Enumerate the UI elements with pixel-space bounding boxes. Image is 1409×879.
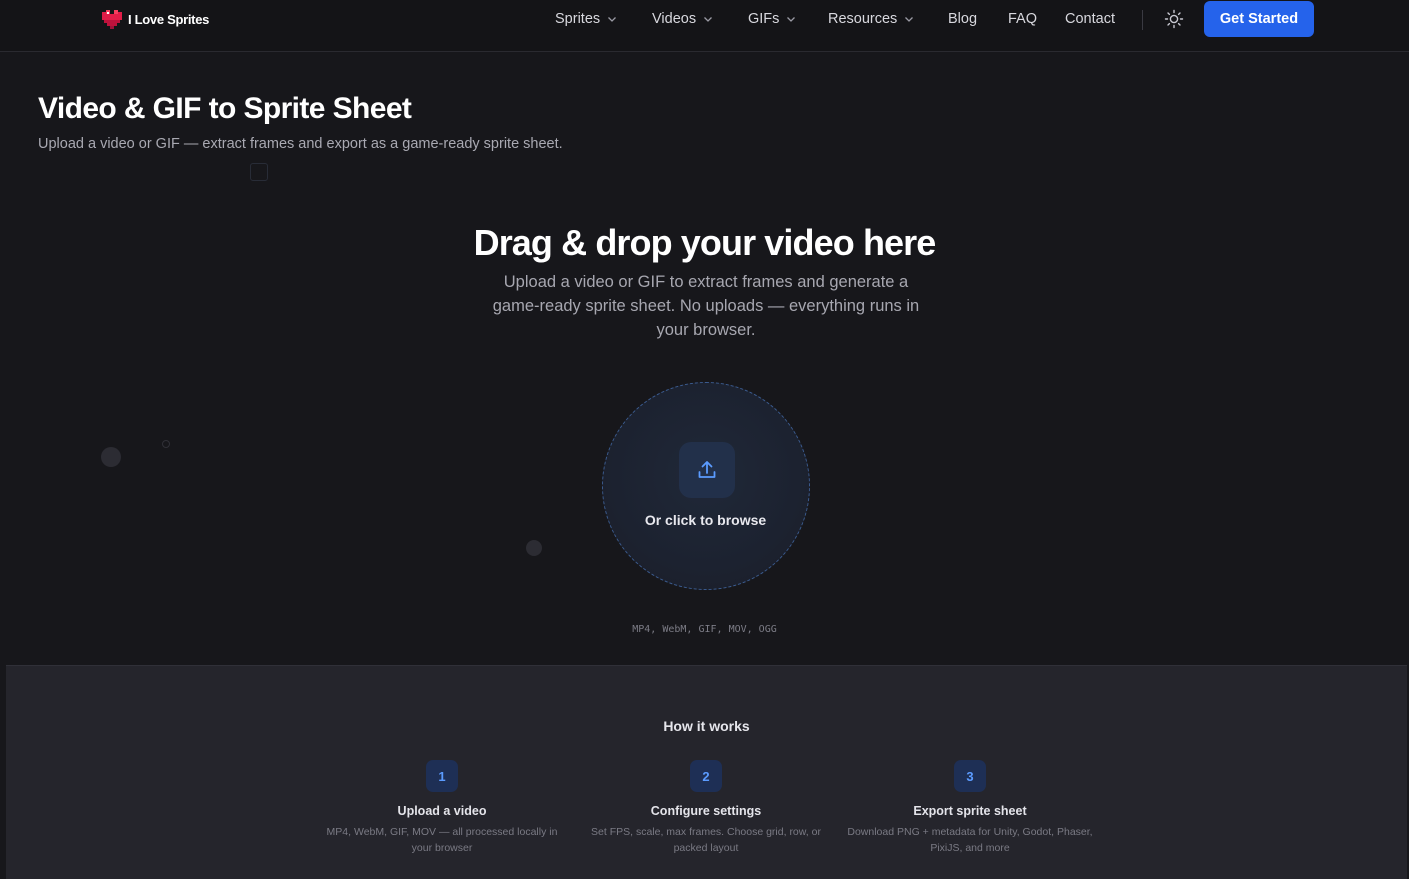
upload-button[interactable] [679, 442, 735, 498]
supported-formats: MP4, WebM, GIF, MOV, OGG [632, 624, 777, 635]
step-number-badge: 2 [690, 760, 722, 792]
chevron-down-icon [704, 17, 713, 22]
nav-item-videos[interactable]: Videos [652, 10, 713, 28]
step-card: 2 Configure settings Set FPS, scale, max… [581, 760, 831, 856]
browse-label[interactable]: Or click to browse [603, 512, 808, 528]
chevron-down-icon [905, 17, 914, 22]
page-subtitle: Upload a video or GIF — extract frames a… [38, 136, 563, 152]
main-nav: Sprites Videos GIFs Resources Blog FAQ C… [0, 0, 1409, 38]
step-description: MP4, WebM, GIF, MOV — all processed loca… [326, 826, 558, 854]
chevron-down-icon [787, 17, 796, 22]
step-title: Configure settings [650, 804, 762, 818]
nav-label: Sprites [555, 11, 601, 27]
sun-icon [1164, 9, 1184, 29]
nav-item-sprites[interactable]: Sprites [555, 10, 617, 28]
nav-label: Blog [948, 11, 978, 27]
nav-item-faq[interactable]: FAQ [1008, 10, 1037, 28]
nav-label: Resources [828, 11, 898, 27]
nav-label: Videos [652, 11, 697, 27]
dropzone-description: Upload a video or GIF to extract frames … [492, 273, 920, 339]
step-card: 3 Export sprite sheet Download PNG + met… [845, 760, 1095, 856]
decor-circle [526, 540, 542, 556]
file-drop-area[interactable]: Or click to browse [602, 382, 810, 590]
nav-item-resources[interactable]: Resources [828, 10, 914, 28]
get-started-button[interactable]: Get Started [1204, 1, 1314, 37]
theme-toggle-button[interactable] [1162, 7, 1186, 31]
nav-divider [1142, 10, 1143, 30]
step-title: Upload a video [397, 804, 487, 818]
nav-label: FAQ [1008, 11, 1038, 27]
upload-icon [698, 461, 716, 478]
decor-circle [101, 447, 121, 467]
nav-item-blog[interactable]: Blog [948, 10, 977, 28]
step-card: 1 Upload a video MP4, WebM, GIF, MOV — a… [317, 760, 567, 856]
nav-item-gifs[interactable]: GIFs [748, 10, 796, 28]
chevron-down-icon [608, 17, 617, 22]
dropzone-title: Drag & drop your video here [473, 222, 937, 263]
nav-label: GIFs [748, 11, 780, 27]
step-title: Export sprite sheet [913, 804, 1027, 818]
nav-label: Contact [1065, 11, 1115, 27]
decor-square [250, 163, 268, 181]
nav-item-contact[interactable]: Contact [1065, 10, 1115, 28]
top-navigation-bar: I Love Sprites Sprites Videos GIFs Resou… [0, 0, 1409, 52]
how-it-works-title: How it works [663, 718, 750, 734]
how-it-works-section: How it works 1 Upload a video MP4, WebM,… [6, 665, 1407, 879]
step-number-badge: 3 [954, 760, 986, 792]
step-description: Set FPS, scale, max frames. Choose grid,… [591, 826, 821, 854]
step-description: Download PNG + metadata for Unity, Godot… [847, 826, 1093, 854]
step-number-badge: 1 [426, 760, 458, 792]
page-title: Video & GIF to Sprite Sheet [38, 92, 412, 125]
decor-ring [162, 440, 170, 448]
